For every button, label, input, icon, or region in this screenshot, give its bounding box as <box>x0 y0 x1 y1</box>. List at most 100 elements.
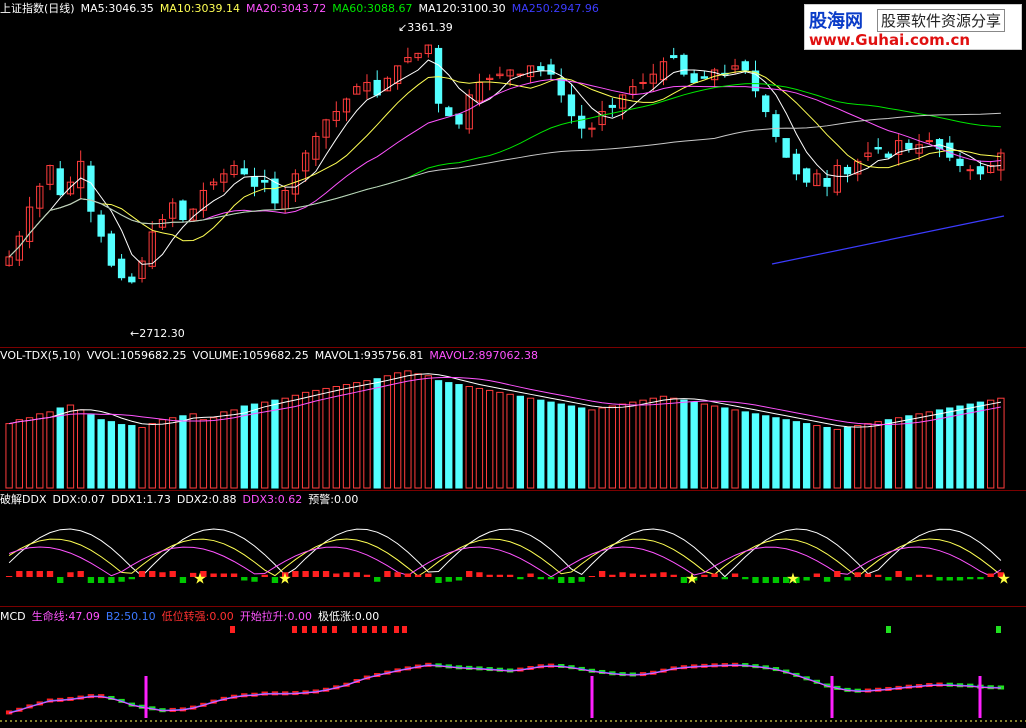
volume-bar <box>751 413 760 489</box>
volume-bar <box>36 413 44 489</box>
ddx-bar <box>558 577 565 583</box>
volume-bar <box>966 403 974 489</box>
ddx-bar <box>404 573 412 577</box>
ddx-bar <box>578 577 585 582</box>
ddx-bar <box>629 573 636 577</box>
candle-body <box>823 177 831 187</box>
volume-bar <box>997 397 1005 489</box>
main-legend-item-3: MA20:3043.72 <box>246 2 327 15</box>
volume-bar <box>618 403 627 489</box>
volume-bar <box>649 397 657 489</box>
volume-legend-item-4: MAVOL2:897062.38 <box>429 349 539 362</box>
ddx-bar <box>650 573 657 577</box>
ddx-bar <box>537 577 544 580</box>
ddx-bar <box>967 577 974 580</box>
warning-star-icon: ★ <box>193 570 206 588</box>
volume-bar <box>700 403 709 489</box>
volume-bar <box>833 428 841 489</box>
ddx-bar <box>271 577 279 583</box>
ddx-bar <box>353 572 360 577</box>
low-turn-strong-marker <box>362 626 367 633</box>
candle-body <box>537 66 545 71</box>
ddx-bar <box>660 572 667 577</box>
low-turn-strong-marker <box>312 626 317 633</box>
candle-body <box>762 95 770 113</box>
candle-body <box>107 233 116 266</box>
ddx-bar <box>425 573 432 577</box>
ddx-bar <box>251 577 258 582</box>
volume-bar <box>107 421 116 489</box>
mcd-legend-item-5: 极低涨:0.00 <box>318 610 380 623</box>
volume-bar <box>230 409 238 489</box>
volume-bar <box>77 409 85 489</box>
guhai-logo[interactable]: 股海网 股票软件资源分享 www.Guhai.com.cn <box>804 4 1022 50</box>
ddx-bar <box>752 577 759 583</box>
volume-bar <box>281 397 289 489</box>
ddx-bar <box>241 577 248 581</box>
ddx-bar <box>844 577 851 581</box>
ddx-bar <box>803 577 810 581</box>
ddx-bar <box>936 577 943 581</box>
volume-bar <box>680 399 688 489</box>
volume-bar <box>670 397 678 489</box>
volume-bar <box>731 409 739 489</box>
candle-body <box>680 54 688 75</box>
ddx-bar <box>292 571 299 577</box>
pane-divider[interactable] <box>0 490 1026 491</box>
candle-body <box>87 165 95 212</box>
ddx-legend-item-3: DDX2:0.88 <box>176 493 237 506</box>
volume-bar <box>741 411 749 489</box>
ddx-bar <box>915 574 923 577</box>
candle-body <box>547 64 555 75</box>
main-legend-item-6: MA250:2947.96 <box>511 2 599 15</box>
volume-bar <box>526 397 535 489</box>
very-low-rise-marker <box>996 626 1001 633</box>
volume-bar <box>250 403 259 489</box>
candle-body <box>434 47 443 104</box>
candle-body <box>97 214 105 237</box>
high-price-label: ↙3361.39 <box>398 21 453 34</box>
volume-bar <box>894 417 903 489</box>
candle-body <box>792 153 801 175</box>
mavol2-line <box>9 376 1001 426</box>
ddx-bar <box>506 574 514 577</box>
volume-bar <box>56 407 64 489</box>
main-legend-item-2: MA10:3039.14 <box>159 2 241 15</box>
volume-bar <box>884 419 893 489</box>
volume-bar <box>874 421 882 489</box>
volume-bar <box>772 417 780 489</box>
ddx-bar <box>394 572 401 577</box>
main-legend-item-5: MA120:3100.30 <box>418 2 506 15</box>
chart-window[interactable]: ★ ★ ★ ★ ★ 上证指数(日线) MA5:3046.35 MA10:3039.14 MA2… <box>0 0 1026 728</box>
volume-bar <box>220 411 228 489</box>
volume-bar <box>588 409 596 489</box>
volume-bar <box>117 424 126 489</box>
ddx-indicator-header: 破解DDX DDX:0.07 DDX1:1.73 DDX2:0.88 DDX3:0.62… <box>0 493 364 506</box>
ma120-line <box>8 112 1001 258</box>
ddx-bar <box>435 577 442 583</box>
low-turn-strong-marker <box>394 626 399 633</box>
candle-body <box>874 147 882 150</box>
volume-bar <box>639 399 647 489</box>
volume-bar <box>690 401 698 489</box>
volume-bar <box>393 372 402 489</box>
ddx-bar <box>895 571 902 577</box>
ddx-bar <box>210 573 217 577</box>
ddx-bar <box>823 577 831 582</box>
mcd-legend-item-3: 低位转强:0.00 <box>161 610 234 623</box>
ddx-bar <box>813 573 821 577</box>
volume-bar <box>189 413 197 489</box>
volume-bar <box>383 375 392 489</box>
pane-divider[interactable] <box>0 606 1026 607</box>
ma10-line <box>8 70 1001 258</box>
ddx-bar <box>16 571 23 577</box>
volume-bar <box>373 378 381 489</box>
volume-bar <box>506 393 514 489</box>
lifeline-line <box>8 664 1001 714</box>
pane-divider[interactable] <box>0 347 1026 348</box>
volume-bar <box>792 421 801 489</box>
volume-bar <box>475 387 484 489</box>
candle-body <box>455 113 463 125</box>
candle-body <box>905 142 913 150</box>
candle-body <box>557 78 565 96</box>
